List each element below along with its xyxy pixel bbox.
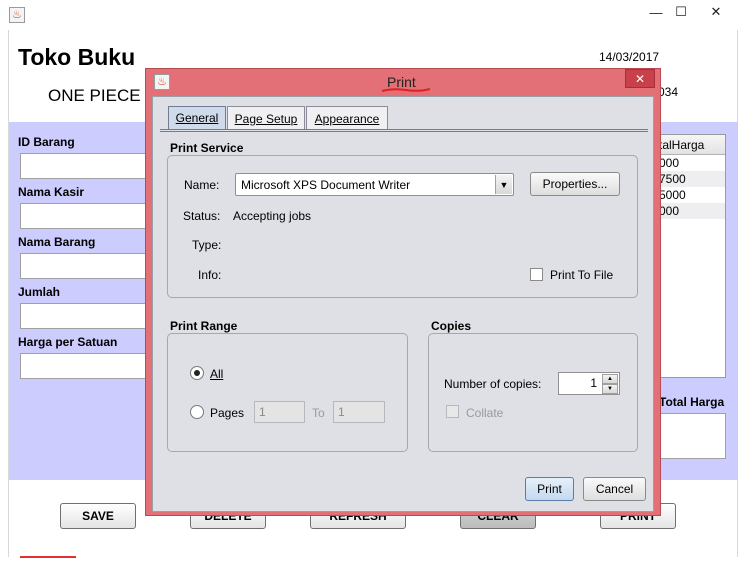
- type-label: Type:: [192, 238, 222, 252]
- printer-select[interactable]: Microsoft XPS Document Writer ▼: [235, 173, 514, 196]
- status-value: Accepting jobs: [233, 209, 312, 223]
- harga-label: Harga per Satuan: [18, 335, 118, 349]
- all-radio[interactable]: [190, 366, 204, 380]
- nama-barang-field[interactable]: [20, 253, 150, 279]
- nama-barang-label: Nama Barang: [18, 235, 96, 249]
- dialog-close-icon[interactable]: ✕: [625, 69, 655, 88]
- tab-appearance-label: Appearance: [314, 111, 380, 126]
- printer-select-value: Microsoft XPS Document Writer: [241, 177, 411, 192]
- all-radio-label[interactable]: All: [210, 367, 223, 381]
- pages-radio-label[interactable]: Pages: [210, 406, 244, 420]
- nama-kasir-label: Nama Kasir: [18, 185, 85, 199]
- store-subtitle: ONE PIECE: [48, 86, 141, 105]
- cancel-button[interactable]: Cancel: [583, 477, 646, 501]
- tab-separator: [160, 129, 648, 132]
- table-row[interactable]: 000: [656, 155, 725, 171]
- number-of-copies-label: Number of copies:: [444, 377, 542, 391]
- title-annotation-underline: [381, 88, 431, 92]
- pages-to-label: To: [312, 406, 325, 420]
- tab-general[interactable]: General: [168, 106, 226, 130]
- info-label: Info:: [198, 268, 222, 282]
- spinner-up-icon[interactable]: ▲: [602, 374, 618, 384]
- pages-to-field[interactable]: 1: [333, 401, 385, 423]
- status-label: Status:: [183, 209, 221, 223]
- minimize-icon[interactable]: —: [646, 4, 666, 20]
- print-to-file-label[interactable]: Print To File: [550, 268, 613, 282]
- save-button[interactable]: SAVE: [60, 503, 136, 529]
- print-service-title: Print Service: [170, 141, 244, 155]
- print-range-group: [167, 333, 408, 452]
- collate-label: Collate: [466, 406, 504, 420]
- store-title: Toko Buku: [18, 44, 136, 70]
- harga-field[interactable]: [20, 353, 150, 379]
- bottom-artifact: [20, 556, 76, 558]
- print-range-title: Print Range: [170, 319, 238, 333]
- print-button[interactable]: Print: [525, 477, 574, 501]
- close-icon[interactable]: ✕: [706, 4, 726, 20]
- collate-checkbox[interactable]: [446, 405, 459, 418]
- tab-page-setup[interactable]: Page Setup: [227, 106, 305, 130]
- table-row[interactable]: 000: [656, 203, 725, 219]
- copies-spinner[interactable]: 1 ▲ ▼: [558, 372, 620, 395]
- java-icon: ♨: [9, 7, 25, 23]
- pages-from-field[interactable]: 1: [254, 401, 305, 423]
- window-title-bar: [0, 0, 746, 30]
- id-barang-label: ID Barang: [18, 135, 75, 149]
- transaction-number: 034: [658, 85, 679, 99]
- properties-button[interactable]: Properties...: [530, 172, 620, 196]
- copies-value: 1: [590, 376, 597, 390]
- date-label: 14/03/2017: [599, 50, 660, 64]
- table-header[interactable]: talHarga: [656, 135, 725, 155]
- maximize-icon[interactable]: ☐: [671, 4, 691, 20]
- chevron-down-icon[interactable]: ▼: [495, 175, 512, 194]
- name-label: Name:: [184, 178, 220, 192]
- print-to-file-checkbox[interactable]: [530, 268, 543, 281]
- spinner-down-icon[interactable]: ▼: [602, 384, 618, 394]
- copies-title: Copies: [431, 319, 472, 333]
- tab-appearance[interactable]: Appearance: [306, 106, 388, 130]
- id-barang-field[interactable]: [20, 153, 150, 179]
- transaction-table[interactable]: talHarga 000 7500 5000 000: [655, 134, 726, 378]
- nama-kasir-field[interactable]: [20, 203, 150, 229]
- pages-radio[interactable]: [190, 405, 204, 419]
- tab-general-label: General: [175, 111, 219, 125]
- total-harga-field[interactable]: [658, 413, 726, 459]
- table-row[interactable]: 5000: [656, 187, 725, 203]
- jumlah-label: Jumlah: [18, 285, 61, 299]
- table-row[interactable]: 7500: [656, 171, 725, 187]
- dialog-java-icon: ♨: [154, 74, 170, 90]
- total-harga-label: Total Harga: [659, 395, 725, 409]
- tab-page-setup-label: Page Setup: [234, 111, 298, 126]
- jumlah-field[interactable]: [20, 303, 150, 329]
